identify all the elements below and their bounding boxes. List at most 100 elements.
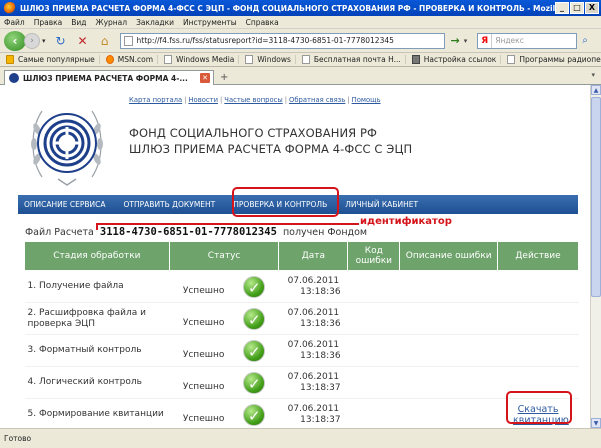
link-news[interactable]: Новости <box>188 96 218 104</box>
search-icon[interactable]: ⌕ <box>582 35 588 46</box>
nav-service-description[interactable]: ОПИСАНИЕ СЕРВИСА <box>18 200 115 209</box>
window-titlebar: ШЛЮЗ ПРИЕМА РАСЧЕТА ФОРМА 4-ФСС С ЭЦП - … <box>0 0 601 16</box>
row-status: Успешно ✓ <box>169 302 279 335</box>
tab-label: ШЛЮЗ ПРИЕМА РАСЧЕТА ФОРМА 4-... <box>23 73 188 83</box>
row-error-code <box>347 398 400 428</box>
row-status: Успешно ✓ <box>169 270 279 303</box>
table-row: 2. Расшифровка файла и проверка ЭЦП Успе… <box>24 302 579 335</box>
history-dropdown-icon[interactable]: ▾ <box>42 37 46 45</box>
annotation-label: идентификатор <box>360 216 452 227</box>
row-stage: 2. Расшифровка файла и проверка ЭЦП <box>24 302 170 335</box>
back-arrow-icon[interactable]: ‹ <box>4 30 26 51</box>
bookmark-free-mail[interactable]: Бесплатная почта H... <box>300 55 406 64</box>
link-feedback[interactable]: Обратная связь <box>289 96 345 104</box>
forward-arrow-icon[interactable]: › <box>24 32 40 49</box>
menu-file[interactable]: Файл <box>4 18 25 27</box>
stop-icon[interactable]: ✕ <box>75 33 91 49</box>
row-error-description <box>399 334 498 367</box>
bookmark-radio-programs[interactable]: Программы радиопе... <box>505 55 601 64</box>
row-status: Успешно ✓ <box>169 334 279 367</box>
tab-close-icon[interactable]: ✕ <box>200 73 210 83</box>
bookmarks-bar: Самые популярные MSN.com Windows Media W… <box>0 53 601 67</box>
bookmark-windows[interactable]: Windows <box>243 55 296 64</box>
link-help[interactable]: Помощь <box>352 96 381 104</box>
link-portal-map[interactable]: Карта портала <box>129 96 182 104</box>
go-arrow-icon[interactable]: → <box>451 34 460 47</box>
reload-icon[interactable]: ↻ <box>53 33 69 49</box>
file-received-line: Файл Расчета 3118-4730-6851-01-777801234… <box>25 226 367 238</box>
fss-favicon-icon <box>9 73 19 83</box>
url-dropdown-icon[interactable]: ▾ <box>464 37 468 45</box>
annotation-line <box>96 223 359 225</box>
scroll-thumb[interactable] <box>591 97 601 297</box>
highlight-box-action <box>506 391 572 424</box>
file-suffix: получен Фондом <box>282 227 368 238</box>
header-stage: Стадия обработки <box>24 241 170 271</box>
tab-list-icon[interactable]: ▾ <box>591 71 595 79</box>
success-check-icon: ✓ <box>243 339 266 362</box>
menu-help[interactable]: Справка <box>246 18 279 27</box>
page-icon <box>301 55 310 64</box>
bookmark-windows-media[interactable]: Windows Media <box>162 55 240 64</box>
minimize-button[interactable]: _ <box>555 2 569 14</box>
link-faq[interactable]: Частые вопросы <box>224 96 282 104</box>
page-icon <box>164 55 173 64</box>
address-bar[interactable]: http://f4.fss.ru/fss/statusreport?id=311… <box>119 32 445 49</box>
row-date: 07.06.2011 13:18:36 <box>278 302 348 335</box>
bookmark-customize-links[interactable]: Настройка ссылок <box>410 55 502 64</box>
menu-history[interactable]: Журнал <box>96 18 128 27</box>
row-stage: 1. Получение файла <box>24 270 170 303</box>
status-text: Готово <box>4 434 32 443</box>
row-status: Успешно ✓ <box>169 366 279 399</box>
scroll-down-icon[interactable]: ▼ <box>591 418 601 428</box>
table-row: 1. Получение файла Успешно ✓ 07.06.2011 1… <box>24 270 579 303</box>
tab-strip: ШЛЮЗ ПРИЕМА РАСЧЕТА ФОРМА 4-... ✕ + ▾ <box>0 67 601 85</box>
search-placeholder: Яндекс <box>495 36 524 45</box>
window-title: ШЛЮЗ ПРИЕМА РАСЧЕТА ФОРМА 4-ФСС С ЭЦП - … <box>20 3 555 13</box>
row-date: 07.06.2011 13:18:37 <box>278 366 348 399</box>
new-tab-icon[interactable]: + <box>220 72 228 83</box>
header-action: Действие <box>497 241 579 271</box>
bookmark-star-icon <box>6 55 14 64</box>
row-date: 07.06.2011 13:18:37 <box>278 398 348 428</box>
success-check-icon: ✓ <box>243 275 266 298</box>
row-error-code <box>347 366 400 399</box>
yandex-icon[interactable]: Я <box>478 33 493 48</box>
highlight-box-nav <box>232 187 339 217</box>
bookmark-msn[interactable]: MSN.com <box>104 55 159 64</box>
row-error-code <box>347 334 400 367</box>
maximize-button[interactable]: □ <box>570 2 584 14</box>
menu-view[interactable]: Вид <box>71 18 86 27</box>
menu-tools[interactable]: Инструменты <box>183 18 237 27</box>
page-icon <box>123 35 133 46</box>
row-stage: 5. Формирование квитанции <box>24 398 170 428</box>
nav-send-document[interactable]: ОТПРАВИТЬ ДОКУМЕНТ <box>115 200 225 209</box>
vertical-scrollbar[interactable]: ▲ ▼ <box>590 85 601 428</box>
row-error-code <box>347 270 400 303</box>
menu-edit[interactable]: Правка <box>34 18 63 27</box>
menu-bookmarks[interactable]: Закладки <box>136 18 174 27</box>
search-box[interactable]: Я Яндекс <box>477 32 578 49</box>
service-name: ШЛЮЗ ПРИЕМА РАСЧЕТА ФОРМА 4-ФСС С ЭЦП <box>129 142 413 156</box>
row-error-description <box>399 398 498 428</box>
row-stage: 3. Форматный контроль <box>24 334 170 367</box>
file-identifier: 3118-4730-6851-01-7778012345 <box>99 226 277 238</box>
navigation-toolbar: ‹ › ▾ ↻ ✕ ⌂ http://f4.fss.ru/fss/statusr… <box>0 29 601 53</box>
scroll-up-icon[interactable]: ▲ <box>591 85 601 95</box>
row-error-description <box>399 366 498 399</box>
nav-personal-account[interactable]: ЛИЧНЫЙ КАБИНЕТ <box>336 200 427 209</box>
tab-active[interactable]: ШЛЮЗ ПРИЕМА РАСЧЕТА ФОРМА 4-... ✕ <box>4 70 214 85</box>
table-row: 4. Логический контроль Успешно ✓ 07.06.2… <box>24 366 579 399</box>
row-action <box>497 270 579 303</box>
row-status: Успешно ✓ <box>169 398 279 428</box>
row-date: 07.06.2011 13:18:36 <box>278 270 348 303</box>
row-stage: 4. Логический контроль <box>24 366 170 399</box>
page-viewport: Карта портала | Новости | Частые вопросы | … <box>0 85 590 428</box>
home-icon[interactable]: ⌂ <box>97 33 113 49</box>
status-bar: Готово <box>0 428 601 448</box>
page-icon <box>507 55 516 64</box>
close-button[interactable]: X <box>585 2 599 14</box>
bookmark-most-visited[interactable]: Самые популярные <box>4 55 100 64</box>
menu-bar: Файл Правка Вид Журнал Закладки Инструме… <box>0 16 601 29</box>
header-error-code: Код ошибки <box>347 241 401 271</box>
